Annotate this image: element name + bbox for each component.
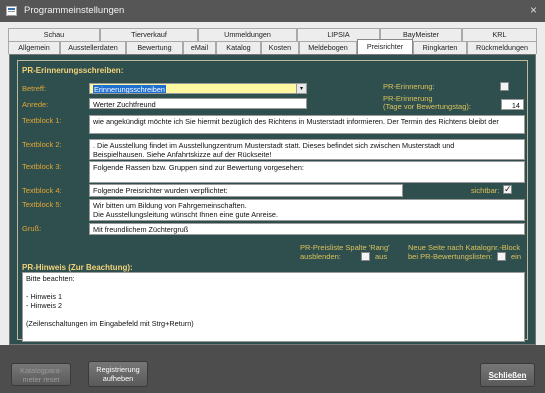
tage-label-2: (Tage vor Bewertungstag): [383,102,471,111]
textblock-5-input[interactable]: Wir bitten um Bildung von Fahrgemeinscha… [89,199,525,221]
gruss-input[interactable]: Mit freundlichem Züchtergruß [89,223,525,235]
tab-krl[interactable]: KRL [462,28,537,41]
textblock-4-label: Textblock 4: [22,186,62,195]
tab-row-1: Schau Tierverkauf Ummeldungen LIPSIA Bay… [8,28,537,41]
spalte-rang-label-2: ausblenden: [300,252,341,261]
textblock-2-label: Textblock 2: [22,140,62,149]
neue-seite-ein-label: ein [511,252,522,261]
tab-strip: Schau Tierverkauf Ummeldungen LIPSIA Bay… [8,28,537,56]
pr-erinnerung-checkbox[interactable] [500,82,509,91]
textblock-1-input[interactable]: wie angekündigt möchte ich Sie hiermit b… [89,115,525,134]
app-form-icon [6,6,17,16]
textblock-4-input[interactable]: Folgende Preisrichter wurden verpflichte… [89,184,403,197]
title-bar: Programmeinstellungen × [0,0,545,22]
tab-allgemein[interactable]: Allgemein [8,41,60,54]
textblock-3-label: Textblock 3: [22,162,62,171]
anrede-label: Anrede: [22,100,49,109]
pr-erinnerung-label: PR-Erinnerung: [383,82,435,91]
textblock-1-label: Textblock 1: [22,116,62,125]
textblock-3-input[interactable]: Folgende Rassen bzw. Gruppen sind zur Be… [89,161,525,183]
neue-seite-checkbox[interactable] [497,252,506,261]
betreff-label: Betreff: [22,84,47,93]
betreff-combobox[interactable]: Erinnerungsschreiben ▾ [89,83,307,94]
spalte-rang-label-1: PR-Preisliste Spalte 'Rang' [300,243,390,252]
katalog-reset-button[interactable]: Katalogpara- meter reset [11,363,71,386]
hinweis-textarea[interactable]: Bitte beachten: - Hinweis 1 - Hinweis 2 … [22,272,525,342]
sichtbar-label: sichtbar: [471,186,500,195]
section-heading: PR-Erinnerungsschreiben: [22,66,124,75]
spalte-rang-checkbox[interactable] [361,252,370,261]
tab-ausstellerdaten[interactable]: Ausstellerdaten [60,41,126,54]
chevron-down-icon[interactable]: ▾ [296,84,306,93]
tab-kosten[interactable]: Kosten [261,41,299,54]
hinweis-heading: PR-Hinweis (Zur Beachtung): [22,263,133,272]
neue-seite-label-1: Neue Seite nach Katalognr.-Block [408,243,521,252]
anrede-input[interactable]: Werter Zuchtfreund [89,98,307,109]
textblock-5-label: Textblock 5: [22,200,62,209]
tab-schau[interactable]: Schau [8,28,100,41]
tab-ummeldungen[interactable]: Ummeldungen [198,28,297,41]
tab-ringkarten[interactable]: Ringkarten [413,41,467,54]
tab-email[interactable]: eMail [183,41,216,54]
tab-row-2: Allgemein Ausstellerdaten Bewertung eMai… [8,39,537,54]
tab-rueckmeldungen[interactable]: Rückmeldungen [467,41,537,54]
tab-preisrichter[interactable]: Preisrichter [357,39,413,54]
tab-meldebogen[interactable]: Meldebogen [299,41,357,54]
spalte-aus-label: aus [375,252,388,261]
tage-input[interactable]: 14 [501,99,524,110]
tab-bewertung[interactable]: Bewertung [126,41,183,54]
window-title: Programmeinstellungen [24,5,125,16]
sichtbar-checkbox[interactable] [503,184,512,195]
close-icon[interactable]: × [530,3,537,17]
registrierung-aufheben-button[interactable]: Registrierung aufheben [88,361,148,387]
footer-bar: Katalogpara- meter reset Registrierung a… [0,345,545,393]
textblock-2-input[interactable]: . Die Ausstellung findet im Ausstellungz… [89,139,525,160]
betreff-value: Erinnerungsschreiben [93,85,166,94]
neue-seite-label-2: bei PR-Bewertungslisten: [408,252,493,261]
gruss-label: Gruß: [22,224,42,233]
schliessen-button[interactable]: Schließen [480,363,535,387]
tab-tierverkauf[interactable]: Tierverkauf [100,28,198,41]
preisrichter-panel: PR-Erinnerungsschreiben: Betreff: Erinne… [9,54,536,345]
tab-katalog[interactable]: Katalog [216,41,261,54]
